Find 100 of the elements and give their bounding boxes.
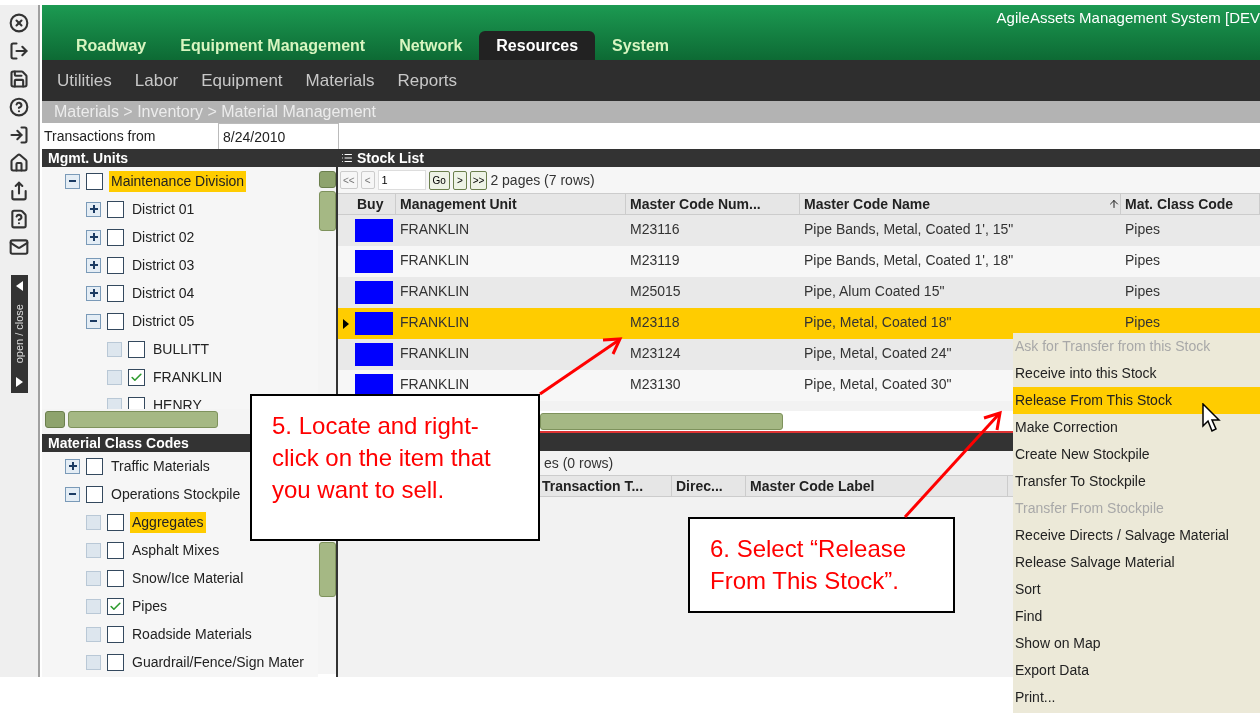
column-header[interactable]: Buy [353,194,396,214]
menu-item[interactable]: Export Data [1013,657,1260,684]
tree-item[interactable]: Pipes [130,595,170,617]
scrollbar-thumb[interactable] [68,410,218,428]
next-page-button[interactable]: > [452,170,467,190]
tree-checkbox[interactable] [107,541,124,559]
tree-leaf-marker [86,542,101,558]
tree-checkbox[interactable] [86,172,103,190]
tree-checkbox[interactable] [107,284,124,302]
tree-checkbox[interactable] [107,256,124,274]
tree-item[interactable]: Traffic Materials [109,455,212,477]
tree-checkbox[interactable] [128,340,145,358]
close-icon[interactable] [9,13,29,33]
tree-checkbox[interactable] [107,597,124,615]
page-field[interactable]: 1 [377,170,426,190]
table-row[interactable]: FRANKLIN M25015 Pipe, Alum Coated 15" Pipes [338,277,1260,308]
expand-toggle[interactable] [86,285,101,301]
sub-nav-link[interactable]: Utilities [57,67,112,94]
tree-item[interactable]: District 02 [130,226,197,248]
column-header[interactable]: Mat. Class Code [1121,194,1260,214]
scroll-left-button[interactable] [45,410,65,428]
nav-tab[interactable]: Roadway [59,31,164,60]
menu-item[interactable]: Release From This Stock [1013,387,1260,414]
breadcrumb: Materials > Inventory > Material Management [54,102,376,122]
first-page-button[interactable]: << [340,171,358,189]
menu-item[interactable]: Sort [1013,576,1260,603]
save-icon[interactable] [9,69,29,89]
scrollbar-thumb[interactable] [318,191,336,231]
tree-checkbox[interactable] [86,457,103,475]
nav-tab[interactable]: Equipment Management [163,31,383,60]
document-question-icon[interactable] [9,209,29,229]
go-button[interactable]: Go [428,170,450,190]
tree-checkbox[interactable] [128,368,145,386]
scrollbar-thumb[interactable] [318,542,336,597]
logout-icon[interactable] [9,41,29,61]
tree-item[interactable]: District 01 [130,198,197,220]
collapse-toggle[interactable] [65,486,80,502]
help-icon[interactable] [9,97,29,117]
tree-item[interactable]: District 04 [130,282,197,304]
expand-toggle[interactable] [86,201,101,217]
open-close-tab[interactable]: open / close [10,275,28,393]
tree-checkbox[interactable] [107,625,124,643]
table-row[interactable]: FRANKLIN M23116 Pipe Bands, Metal, Coated 1', 15" Pipes [338,215,1260,246]
tree-checkbox[interactable] [107,653,124,671]
menu-item[interactable]: Receive Directs / Salvage Material [1013,522,1260,549]
tree-item[interactable]: Operations Stockpile [109,483,243,505]
column-header[interactable]: Master Code Name [800,194,1121,214]
column-header[interactable]: Master Code Num... [626,194,800,214]
tree-checkbox[interactable] [107,569,124,587]
menu-item[interactable]: Transfer To Stockpile [1013,468,1260,495]
scroll-up-button[interactable] [318,171,336,188]
last-page-button[interactable]: >> [469,170,488,190]
tree-checkbox[interactable] [128,396,145,409]
tree-item[interactable]: BULLITT [151,338,211,360]
mail-icon[interactable] [9,237,29,257]
tree-item[interactable]: Roadside Materials [130,623,254,645]
column-header[interactable]: Direc... [672,476,746,496]
tree-item[interactable]: Snow/Ice Material [130,567,246,589]
table-row[interactable]: FRANKLIN M23119 Pipe Bands, Metal, Coated 1', 18" Pipes [338,246,1260,277]
sub-nav-link[interactable]: Materials [305,67,375,94]
expand-toggle[interactable] [86,229,101,245]
tree-item[interactable]: District 05 [130,310,197,332]
nav-tab[interactable]: System [595,31,687,60]
tree-checkbox[interactable] [107,513,124,531]
tree-item[interactable]: FRANKLIN [151,366,225,388]
scrollbar-thumb[interactable] [540,412,783,430]
table-row[interactable]: FRANKLIN M23118 Pipe, Metal, Coated 18" Pipes [338,308,1260,339]
collapse-toggle[interactable] [65,173,80,189]
menu-item[interactable]: Find [1013,603,1260,630]
tree-item[interactable]: HENRY [151,394,204,409]
expand-toggle[interactable] [65,458,80,474]
tree-checkbox[interactable] [107,200,124,218]
share-icon[interactable] [9,181,29,201]
nav-tab[interactable]: Network [382,31,480,60]
tree-checkbox[interactable] [107,312,124,330]
menu-item[interactable]: Release Salvage Material [1013,549,1260,576]
expand-toggle[interactable] [86,257,101,273]
sub-nav-link[interactable]: Labor [134,67,179,94]
column-header[interactable]: Management Unit [396,194,626,214]
date-field[interactable]: 8/24/2010 [218,123,339,151]
tree-item[interactable]: Guardrail/Fence/Sign Mater [130,651,306,673]
tree-checkbox[interactable] [107,228,124,246]
tree-item[interactable]: District 03 [130,254,197,276]
menu-item[interactable]: Make Correction [1013,414,1260,441]
collapse-toggle[interactable] [86,313,101,329]
tree-item[interactable]: Maintenance Division [109,170,247,192]
menu-item[interactable]: Print... [1013,684,1260,711]
menu-item[interactable]: Create New Stockpile [1013,441,1260,468]
tree-checkbox[interactable] [86,485,103,503]
tree-leaf-marker [107,341,122,357]
home-icon[interactable] [9,153,29,173]
column-header[interactable]: Master Code Label [746,476,1008,496]
sub-nav-link[interactable]: Reports [397,67,458,94]
sub-nav-link[interactable]: Equipment [201,67,283,94]
tree-item[interactable]: Asphalt Mixes [130,539,222,561]
previous-page-button[interactable]: < [360,171,375,189]
menu-item[interactable]: Show on Map [1013,630,1260,657]
nav-tab[interactable]: Resources [479,31,596,60]
tree-item[interactable]: Aggregates [130,511,206,533]
login-icon[interactable] [9,125,29,145]
